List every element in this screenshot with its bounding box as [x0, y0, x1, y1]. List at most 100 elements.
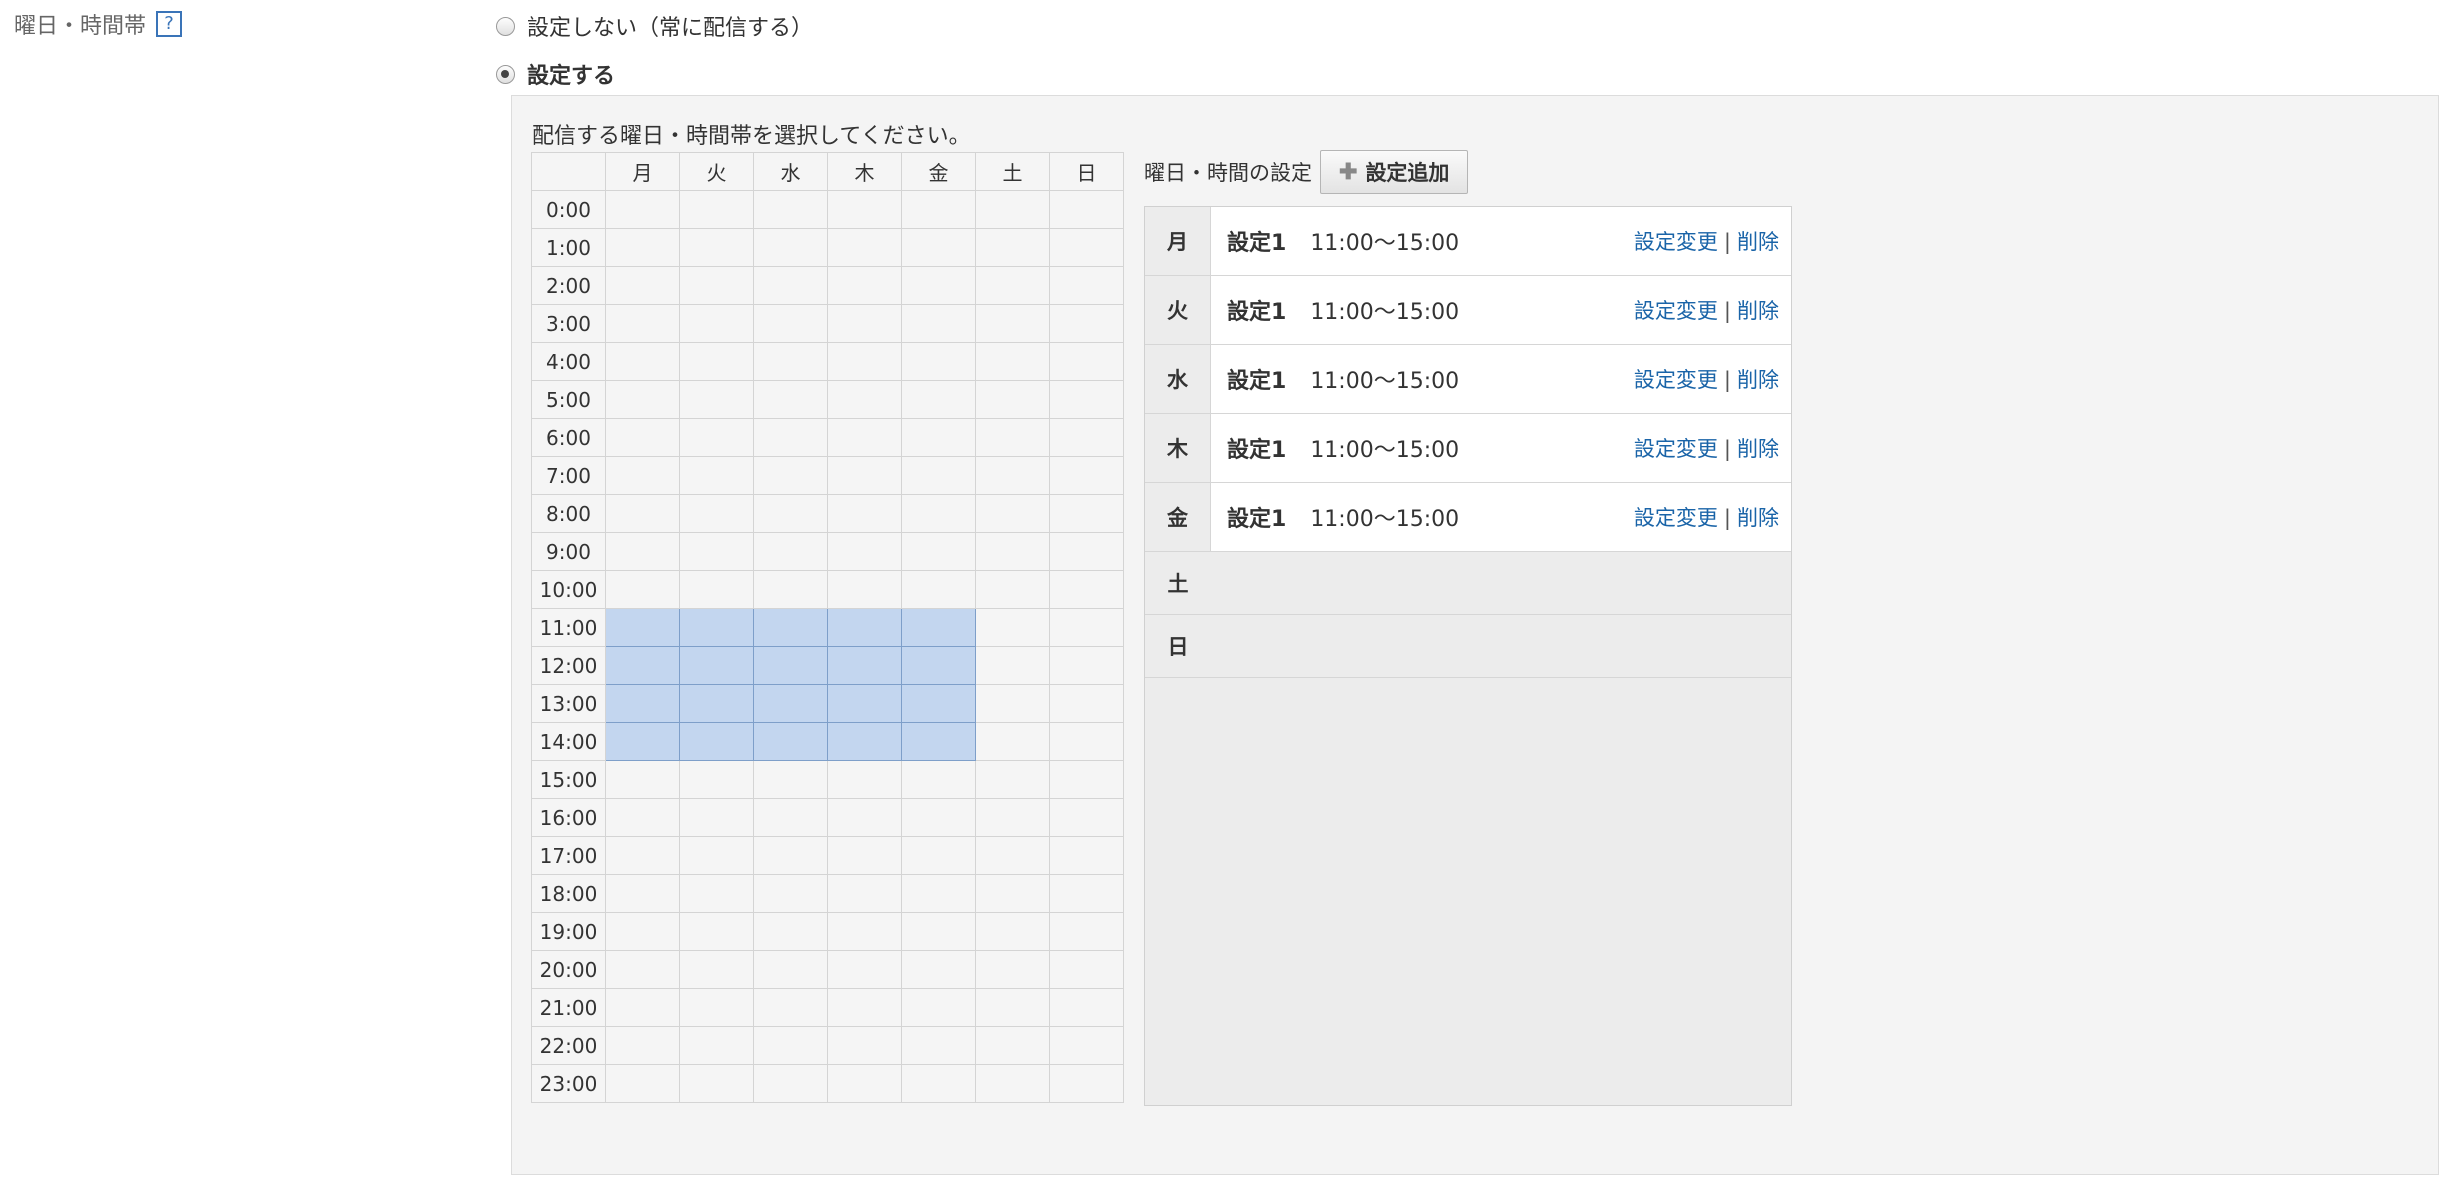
grid-cell[interactable]	[827, 798, 902, 837]
grid-cell[interactable]	[605, 304, 680, 343]
grid-cell[interactable]	[827, 912, 902, 951]
grid-cell[interactable]	[901, 836, 976, 875]
grid-cell[interactable]	[1049, 988, 1124, 1027]
grid-cell[interactable]	[901, 1064, 976, 1103]
grid-cell[interactable]	[1049, 570, 1124, 609]
grid-cell-selected[interactable]	[901, 646, 976, 685]
grid-cell[interactable]	[753, 266, 828, 305]
grid-cell[interactable]	[605, 836, 680, 875]
grid-cell[interactable]	[975, 380, 1050, 419]
grid-cell[interactable]	[827, 342, 902, 381]
grid-cell[interactable]	[901, 228, 976, 267]
grid-cell[interactable]	[975, 798, 1050, 837]
grid-day-header[interactable]: 土	[975, 152, 1050, 191]
grid-cell[interactable]	[975, 266, 1050, 305]
grid-cell[interactable]	[975, 304, 1050, 343]
edit-setting-link[interactable]: 設定変更	[1634, 368, 1718, 392]
grid-cell[interactable]	[753, 456, 828, 495]
grid-cell[interactable]	[679, 798, 754, 837]
grid-cell[interactable]	[975, 190, 1050, 229]
grid-cell[interactable]	[679, 950, 754, 989]
grid-day-header[interactable]: 日	[1049, 152, 1124, 191]
grid-cell[interactable]	[827, 418, 902, 457]
grid-cell[interactable]	[827, 532, 902, 571]
grid-cell[interactable]	[753, 760, 828, 799]
grid-cell[interactable]	[753, 1026, 828, 1065]
grid-cell[interactable]	[901, 988, 976, 1027]
grid-day-header[interactable]: 水	[753, 152, 828, 191]
grid-cell[interactable]	[605, 570, 680, 609]
grid-cell[interactable]	[753, 836, 828, 875]
grid-cell[interactable]	[975, 874, 1050, 913]
grid-cell-selected[interactable]	[605, 608, 680, 647]
grid-cell[interactable]	[1049, 722, 1124, 761]
grid-cell[interactable]	[975, 418, 1050, 457]
grid-cell[interactable]	[975, 342, 1050, 381]
grid-cell[interactable]	[975, 1026, 1050, 1065]
grid-cell[interactable]	[827, 228, 902, 267]
grid-cell[interactable]	[753, 950, 828, 989]
grid-cell[interactable]	[827, 874, 902, 913]
grid-cell[interactable]	[901, 798, 976, 837]
grid-cell[interactable]	[901, 1026, 976, 1065]
grid-cell[interactable]	[1049, 836, 1124, 875]
grid-cell[interactable]	[605, 532, 680, 571]
grid-cell[interactable]	[1049, 874, 1124, 913]
grid-cell-selected[interactable]	[753, 684, 828, 723]
grid-cell[interactable]	[605, 1064, 680, 1103]
grid-cell[interactable]	[975, 988, 1050, 1027]
grid-cell[interactable]	[605, 950, 680, 989]
grid-cell[interactable]	[679, 228, 754, 267]
grid-cell[interactable]	[753, 988, 828, 1027]
grid-cell-selected[interactable]	[605, 722, 680, 761]
grid-cell[interactable]	[1049, 342, 1124, 381]
grid-cell[interactable]	[975, 608, 1050, 647]
grid-cell[interactable]	[975, 456, 1050, 495]
grid-cell[interactable]	[679, 494, 754, 533]
delete-setting-link[interactable]: 削除	[1737, 506, 1779, 530]
grid-cell[interactable]	[901, 760, 976, 799]
grid-cell[interactable]	[975, 684, 1050, 723]
grid-cell[interactable]	[605, 1026, 680, 1065]
grid-cell[interactable]	[679, 380, 754, 419]
grid-cell-selected[interactable]	[679, 722, 754, 761]
grid-day-header[interactable]: 火	[679, 152, 754, 191]
grid-cell[interactable]	[753, 342, 828, 381]
radio-schedule-button[interactable]	[496, 64, 515, 84]
grid-cell[interactable]	[901, 380, 976, 419]
grid-cell[interactable]	[827, 1026, 902, 1065]
grid-cell[interactable]	[679, 266, 754, 305]
grid-cell[interactable]	[679, 570, 754, 609]
edit-setting-link[interactable]: 設定変更	[1634, 299, 1718, 323]
grid-cell[interactable]	[605, 798, 680, 837]
grid-cell-selected[interactable]	[679, 684, 754, 723]
grid-cell[interactable]	[1049, 380, 1124, 419]
grid-cell[interactable]	[1049, 190, 1124, 229]
grid-cell[interactable]	[901, 456, 976, 495]
grid-cell[interactable]	[975, 570, 1050, 609]
grid-cell[interactable]	[753, 1064, 828, 1103]
grid-cell[interactable]	[679, 912, 754, 951]
grid-cell[interactable]	[605, 456, 680, 495]
grid-day-header[interactable]: 金	[901, 152, 976, 191]
grid-cell[interactable]	[827, 1064, 902, 1103]
grid-cell[interactable]	[1049, 798, 1124, 837]
schedule-grid[interactable]: 月火水木金土日 0:00 1:00 2:00 3:00 4:00 5:00 6:00 7:00…	[531, 152, 1124, 1103]
grid-cell-selected[interactable]	[753, 608, 828, 647]
grid-cell-selected[interactable]	[605, 684, 680, 723]
grid-cell-selected[interactable]	[605, 646, 680, 685]
grid-cell[interactable]	[975, 532, 1050, 571]
grid-cell[interactable]	[1049, 418, 1124, 457]
grid-cell[interactable]	[605, 266, 680, 305]
grid-cell[interactable]	[827, 304, 902, 343]
help-icon[interactable]: ?	[156, 11, 183, 37]
grid-cell-selected[interactable]	[901, 684, 976, 723]
grid-cell[interactable]	[605, 190, 680, 229]
grid-cell[interactable]	[679, 760, 754, 799]
grid-cell-selected[interactable]	[827, 646, 902, 685]
grid-cell[interactable]	[753, 228, 828, 267]
grid-cell[interactable]	[1049, 532, 1124, 571]
radio-no-schedule-button[interactable]	[496, 16, 515, 36]
grid-cell[interactable]	[975, 836, 1050, 875]
grid-cell[interactable]	[679, 836, 754, 875]
